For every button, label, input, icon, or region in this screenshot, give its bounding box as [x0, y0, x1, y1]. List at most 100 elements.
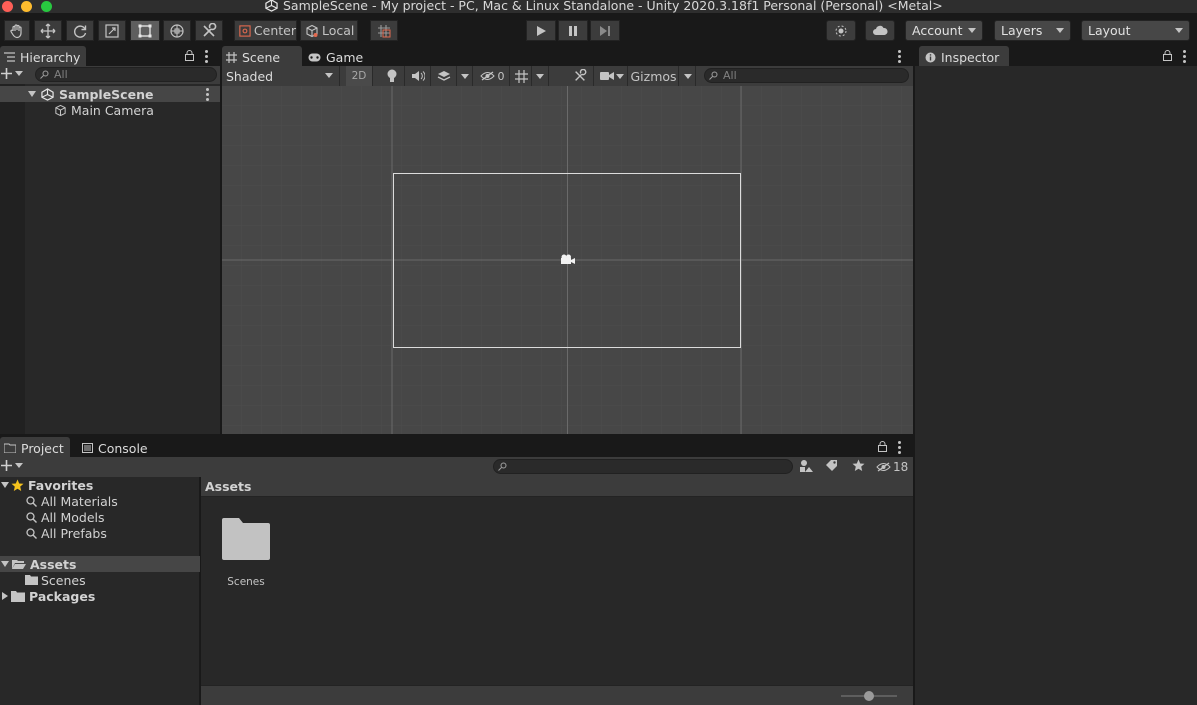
scene-menu-icon[interactable] — [206, 88, 209, 101]
hierarchy-scene-row[interactable]: SampleScene — [0, 86, 220, 102]
camera-settings-button[interactable] — [596, 66, 628, 86]
tab-console[interactable]: Console — [78, 437, 152, 459]
play-button[interactable] — [526, 20, 556, 41]
package-visibility-toggle[interactable]: 18 — [876, 458, 910, 476]
packages-folder-row[interactable]: Packages — [0, 588, 95, 604]
account-dropdown[interactable]: Account — [905, 20, 983, 41]
layers-dropdown[interactable]: Layers — [994, 20, 1071, 41]
gizmos-dropdown[interactable] — [680, 66, 696, 86]
grid-toggle[interactable] — [511, 66, 532, 86]
minimize-window-button[interactable] — [21, 1, 32, 12]
lock-icon[interactable] — [185, 50, 194, 61]
search-icon — [709, 71, 718, 80]
pivot-rotation-button[interactable]: Local — [300, 20, 358, 41]
audio-toggle[interactable] — [406, 66, 431, 86]
favorites-item[interactable]: All Prefabs — [0, 525, 107, 541]
hand-tool-button[interactable] — [4, 20, 30, 41]
scene-menu-icon[interactable] — [898, 50, 901, 63]
search-icon — [26, 527, 37, 539]
search-icon — [26, 511, 37, 523]
hidden-packages-count: 18 — [893, 460, 909, 474]
effects-toggle[interactable] — [432, 66, 457, 86]
inspector-menu-icon[interactable] — [1183, 50, 1186, 63]
close-window-button[interactable] — [2, 1, 13, 12]
step-button[interactable] — [590, 20, 620, 41]
grid-icon — [514, 69, 528, 83]
scene-search-input[interactable]: All — [704, 68, 909, 83]
search-by-label-button[interactable] — [825, 459, 843, 475]
custom-tool-button[interactable] — [195, 20, 223, 41]
hierarchy-item[interactable]: Main Camera — [0, 102, 220, 118]
tab-game[interactable]: Game — [304, 46, 366, 68]
gizmos-button[interactable]: Gizmos — [629, 66, 679, 86]
tab-inspector[interactable]: Inspector — [919, 46, 1009, 68]
create-button[interactable] — [1, 68, 23, 79]
project-search-input[interactable] — [493, 459, 793, 474]
project-tabbar: Project Console — [0, 437, 913, 459]
tab-hierarchy-label: Hierarchy — [20, 49, 81, 65]
scene-visibility-toggle[interactable]: 0 — [475, 66, 510, 86]
layers-label: Layers — [1001, 23, 1043, 38]
scene-name: SampleScene — [59, 86, 154, 102]
grid-snap-icon — [378, 24, 391, 37]
mode-2d-toggle[interactable]: 2D — [346, 66, 373, 86]
favorites-row[interactable]: Favorites — [0, 477, 200, 493]
rect-tool-icon — [138, 24, 152, 37]
search-by-type-button[interactable] — [799, 459, 817, 475]
transform-tool-button[interactable] — [163, 20, 191, 41]
packages-folder-label: Packages — [29, 588, 96, 604]
collab-icon — [835, 25, 847, 36]
asset-item[interactable]: Scenes — [217, 517, 275, 588]
folder-tree-item[interactable]: Scenes — [0, 572, 86, 588]
grid-dropdown[interactable] — [532, 66, 549, 86]
hierarchy-search-input[interactable]: All — [35, 67, 217, 82]
collapse-arrow-icon[interactable] — [2, 592, 8, 600]
favorites-label: Favorites — [28, 477, 94, 493]
favorite-search-button[interactable] — [852, 459, 870, 475]
hierarchy-menu-icon[interactable] — [205, 50, 208, 63]
chevron-down-icon — [1056, 28, 1064, 33]
plus-icon — [1, 68, 12, 79]
unity-scene-icon — [41, 87, 54, 101]
scene-viewport[interactable] — [222, 86, 913, 434]
lighting-toggle[interactable] — [380, 66, 405, 86]
lock-icon[interactable] — [878, 441, 887, 452]
favorites-item[interactable]: All Models — [0, 509, 105, 525]
rotate-tool-button[interactable] — [66, 20, 94, 41]
pivot-rotation-label: Local — [322, 23, 355, 38]
camera-gizmo-icon[interactable] — [560, 254, 576, 266]
maximize-window-button[interactable] — [41, 1, 52, 12]
move-icon — [40, 23, 56, 38]
tab-project[interactable]: Project — [0, 437, 70, 459]
lock-icon[interactable] — [1163, 50, 1172, 61]
layout-dropdown[interactable]: Layout — [1081, 20, 1190, 41]
scene-search-placeholder: All — [723, 69, 737, 82]
expand-arrow-icon[interactable] — [1, 561, 9, 567]
create-asset-button[interactable] — [1, 460, 23, 471]
shading-mode-dropdown[interactable]: Shaded — [222, 66, 340, 86]
zoom-slider-thumb[interactable] — [864, 691, 874, 701]
pivot-mode-label: Center — [253, 23, 296, 38]
tab-scene[interactable]: Scene — [222, 46, 302, 68]
folder-icon — [11, 590, 25, 602]
favorites-item[interactable]: All Materials — [0, 493, 118, 509]
hierarchy-gutter — [0, 84, 25, 434]
assets-folder-row[interactable]: Assets — [0, 556, 200, 572]
pivot-mode-button[interactable]: Center — [234, 20, 297, 41]
expand-arrow-icon[interactable] — [28, 91, 36, 97]
component-tools-button[interactable] — [567, 66, 594, 86]
tab-hierarchy[interactable]: Hierarchy — [0, 46, 86, 68]
move-tool-button[interactable] — [34, 20, 62, 41]
rect-tool-button[interactable] — [130, 20, 160, 41]
effects-dropdown[interactable] — [457, 66, 473, 86]
pause-button[interactable] — [558, 20, 588, 41]
cloud-button[interactable] — [865, 20, 895, 41]
collab-button[interactable] — [826, 20, 856, 41]
scale-tool-button[interactable] — [98, 20, 126, 41]
layout-label: Layout — [1088, 23, 1131, 38]
breadcrumb[interactable]: Assets — [205, 479, 251, 494]
expand-arrow-icon[interactable] — [1, 482, 9, 488]
grid-snap-button[interactable] — [370, 20, 398, 41]
project-menu-icon[interactable] — [898, 441, 901, 454]
project-toolbar: 18 — [0, 457, 913, 477]
